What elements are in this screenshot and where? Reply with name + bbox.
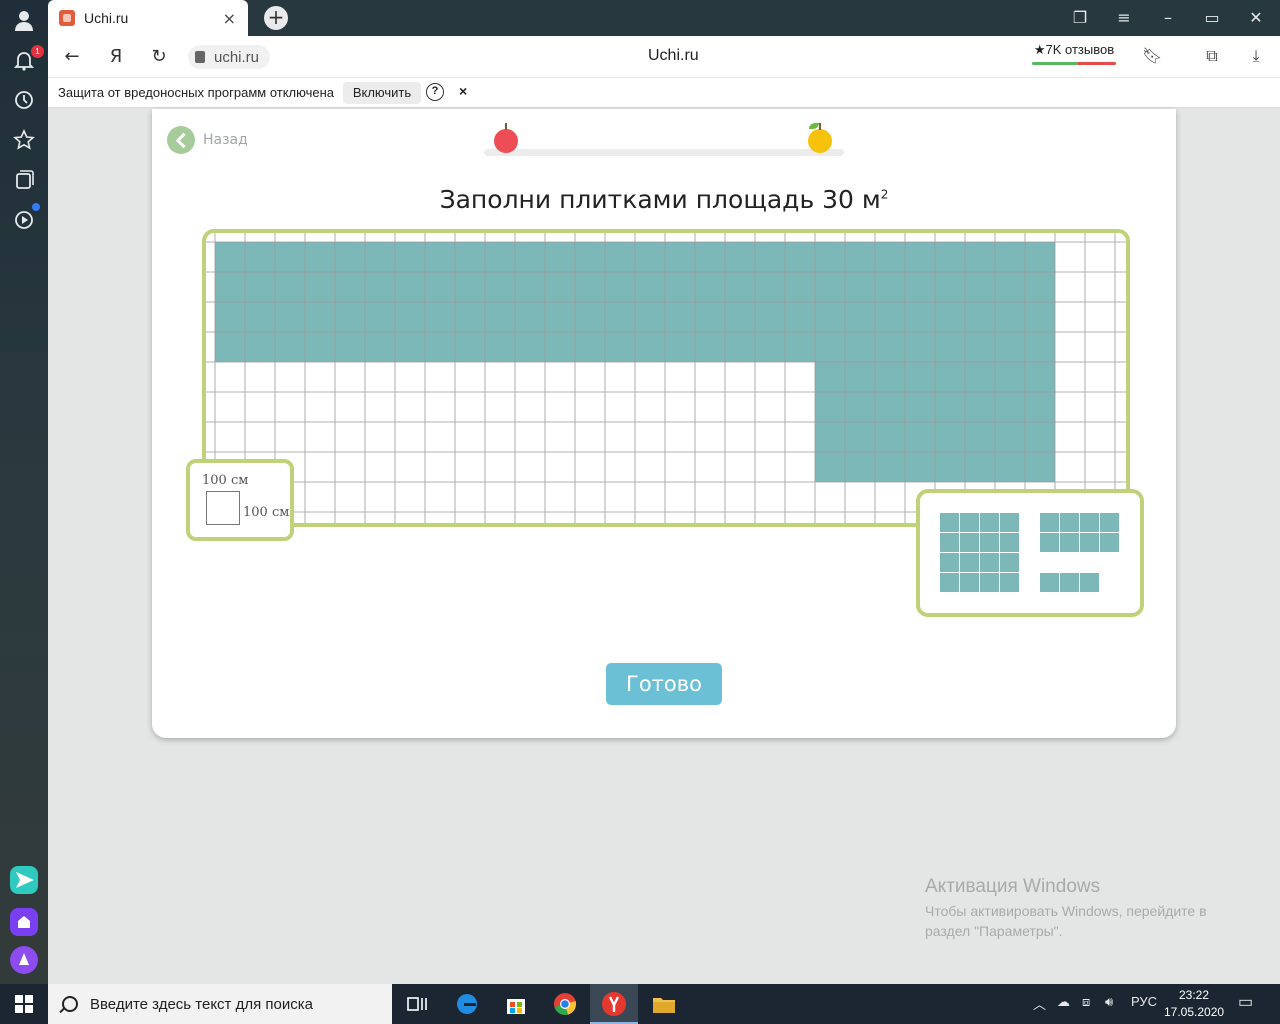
protection-message: Защита от вредоносных программ отключена — [58, 85, 335, 100]
task-title: Заполни плитками площадь 30 м2 — [152, 185, 1176, 214]
scale-width-label: 100 см — [202, 473, 249, 488]
new-tab-button[interactable]: + — [264, 6, 288, 30]
browser-sidebar: 1 — [0, 0, 48, 984]
new-dot-indicator — [32, 203, 40, 211]
action-center-icon[interactable]: ▭ — [1238, 992, 1253, 1012]
tray-chevron-icon[interactable]: ︿ — [1033, 994, 1046, 1013]
page-title: Uchi.ru — [648, 47, 699, 64]
back-arrow-icon[interactable]: ← — [60, 45, 84, 69]
help-icon[interactable]: ? — [426, 83, 444, 101]
app-home-icon[interactable] — [10, 908, 38, 936]
back-button[interactable]: Назад — [167, 126, 248, 154]
language-indicator[interactable]: РУС — [1131, 994, 1157, 1009]
video-play-icon[interactable] — [12, 208, 36, 232]
search-placeholder: Введите здесь текст для поиска — [90, 995, 313, 1013]
enable-protection-button[interactable]: Включить — [343, 82, 421, 104]
scale-legend: 100 см 100 см — [186, 459, 294, 541]
search-icon — [62, 996, 78, 1012]
tile-palette — [916, 489, 1144, 617]
edge-browser-icon[interactable] — [453, 990, 481, 1018]
palette-tile-0[interactable] — [940, 513, 1019, 592]
file-explorer-icon[interactable] — [650, 990, 678, 1018]
close-infobar-icon[interactable]: × — [459, 83, 467, 99]
url-field[interactable]: uchi.ru — [188, 45, 270, 69]
uchi-favicon-icon — [59, 10, 75, 26]
extensions-icon[interactable]: ⧉ — [1202, 46, 1222, 66]
palette-tile-2[interactable] — [1040, 573, 1099, 592]
minimize-icon[interactable]: – — [1158, 8, 1178, 28]
connection-icon[interactable]: ⧈ — [1082, 994, 1090, 1010]
history-icon[interactable] — [12, 88, 36, 112]
downloads-icon[interactable]: ⤓ — [1246, 46, 1266, 66]
start-button[interactable] — [0, 984, 48, 1024]
activation-heading: Активация Windows — [925, 876, 1101, 897]
taskbar-clock[interactable]: 23:22 17.05.2020 — [1164, 987, 1224, 1021]
yandex-browser-taskbar-button[interactable] — [590, 984, 638, 1024]
close-window-icon[interactable]: ✕ — [1246, 8, 1266, 28]
back-chevron-icon — [167, 126, 195, 154]
yellow-apple-icon — [808, 123, 832, 153]
bookmark-icon[interactable]: 🔖︎ — [1142, 46, 1162, 66]
clock-time: 23:22 — [1178, 988, 1210, 1002]
taskbar-search[interactable]: Введите здесь текст для поиска — [48, 984, 392, 1024]
tile-palette-canvas — [940, 513, 1119, 592]
reviews-button[interactable]: ★7K отзывов — [1032, 42, 1116, 65]
restore-icon[interactable]: ▭ — [1202, 8, 1222, 28]
done-button[interactable]: Готово — [606, 663, 722, 705]
collections-icon[interactable] — [12, 168, 36, 192]
profile-icon[interactable] — [12, 8, 36, 32]
windows-activation-watermark: Активация Windows Чтобы активировать Win… — [925, 876, 1245, 941]
palette-tile-1[interactable] — [1040, 513, 1119, 552]
windows-logo-icon — [15, 995, 33, 1013]
scale-height-label: 100 см — [243, 505, 290, 520]
chrome-icon[interactable] — [551, 990, 579, 1018]
notifications-badge: 1 — [31, 45, 44, 58]
windows-taskbar: Введите здесь текст для поиска ︿ ☁︎ ⧈ 🔊︎… — [0, 984, 1280, 1024]
task-title-superscript: 2 — [880, 187, 889, 202]
lesson-card: Назад Заполни плитками площадь 30 м2 100… — [152, 109, 1176, 738]
network-icon[interactable]: ☁︎ — [1057, 994, 1070, 1010]
reload-icon[interactable]: ↻ — [147, 45, 171, 69]
yandex-browser-icon — [602, 992, 626, 1016]
back-label: Назад — [203, 132, 248, 148]
activation-text: Чтобы активировать Windows, перейдите в … — [925, 901, 1245, 941]
alice-assistant-icon[interactable] — [10, 946, 38, 974]
page-content: Назад Заполни плитками площадь 30 м2 100… — [48, 109, 1280, 984]
menu-icon[interactable]: ≡ — [1114, 8, 1134, 28]
task-title-text: Заполни плитками площадь 30 м — [439, 185, 881, 214]
bookmarks-star-icon[interactable] — [12, 128, 36, 152]
scale-square — [206, 491, 240, 525]
tab-manager-icon[interactable]: ❐ — [1070, 8, 1090, 28]
app-send-icon[interactable] — [10, 866, 38, 894]
grid-canvas[interactable] — [206, 233, 1126, 523]
lesson-progress — [484, 149, 844, 156]
lock-icon — [195, 51, 205, 63]
tab-title: Uchi.ru — [84, 10, 129, 26]
clock-date: 17.05.2020 — [1164, 1005, 1225, 1019]
red-apple-icon — [494, 123, 518, 153]
activation-line-1: Чтобы активировать Windows, перейдите в — [925, 903, 1207, 919]
address-bar: ← Я ↻ uchi.ru Uchi.ru ★7K отзывов 🔖︎ ⧉ ⤓ — [48, 36, 1280, 78]
protection-infobar: Защита от вредоносных программ отключена… — [48, 78, 1280, 108]
yandex-icon[interactable]: Я — [104, 45, 128, 69]
url-text: uchi.ru — [214, 48, 260, 66]
tiling-grid[interactable] — [202, 229, 1130, 527]
tab-uchi[interactable]: Uchi.ru × — [48, 0, 248, 36]
activation-line-2: раздел "Параметры". — [925, 923, 1063, 939]
task-view-icon[interactable] — [403, 990, 431, 1018]
store-icon[interactable] — [502, 990, 530, 1018]
volume-icon[interactable]: 🔊︎ — [1105, 994, 1113, 1010]
tab-strip: Uchi.ru × + ❐ ≡ – ▭ ✕ — [48, 0, 1280, 36]
tab-close-icon[interactable]: × — [223, 9, 236, 28]
